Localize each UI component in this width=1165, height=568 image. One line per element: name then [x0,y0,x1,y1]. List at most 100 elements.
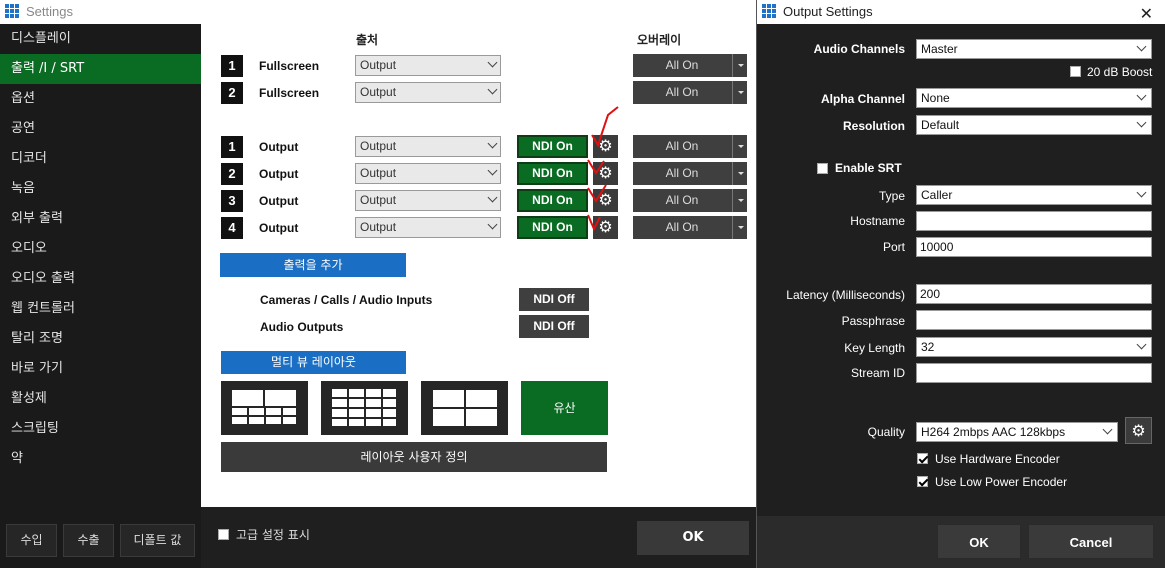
enable-srt-label: Enable SRT [835,161,902,175]
sidebar-item-options[interactable]: 옵션 [0,84,201,114]
output-source-select[interactable]: Output [355,163,501,184]
resolution-select[interactable]: Default [916,115,1152,135]
legacy-layout-button[interactable]: 유산 [521,381,608,435]
select-value: None [921,91,950,105]
output-source-select[interactable]: Output [355,136,501,157]
dropdown-arrow-icon[interactable] [732,54,747,77]
ndi-inputs-toggle-button[interactable]: NDI Off [519,288,589,311]
select-value: Output [360,58,397,72]
sidebar-item-audio-output[interactable]: 오디오 출력 [0,264,201,294]
add-output-button[interactable]: 출력을 추가 [220,253,406,277]
default-button[interactable]: 디폴트 값 [120,524,195,557]
sidebar-item-recording[interactable]: 녹음 [0,174,201,204]
overlay-value: All On [665,85,699,99]
output-overlay-select[interactable]: All On [633,216,747,239]
output-settings-title: Output Settings [783,4,873,19]
passphrase-input[interactable] [916,310,1152,330]
dropdown-arrow-icon[interactable] [732,216,747,239]
advanced-settings-checkbox[interactable] [218,529,229,540]
chevron-down-icon [1136,41,1147,52]
dropdown-arrow-icon[interactable] [732,135,747,158]
output-source-select[interactable]: Output [355,217,501,238]
sidebar-item-external-output[interactable]: 외부 출력 [0,204,201,234]
select-value: H264 2mbps AAC 128kbps [921,425,1066,439]
passphrase-label: Passphrase [841,314,905,328]
close-icon[interactable]: ✕ [1140,4,1153,24]
key-length-select[interactable]: 32 [916,337,1152,357]
hostname-label: Hostname [850,214,905,228]
chevron-down-icon [487,192,498,203]
advanced-settings-label: 고급 설정 표시 [236,528,310,542]
layout-option-1[interactable] [221,381,308,435]
enable-srt-checkbox[interactable] [817,163,828,174]
dropdown-arrow-icon[interactable] [732,81,747,104]
latency-input[interactable]: 200 [916,284,1152,304]
chevron-down-icon [1136,187,1147,198]
dropdown-arrow-icon[interactable] [732,189,747,212]
type-select[interactable]: Caller [916,185,1152,205]
select-value: Output [360,166,397,180]
sidebar-item-decoder[interactable]: 디코더 [0,144,201,174]
sidebar-item-output-ndi-srt[interactable]: 출력 /I / SRT [0,54,201,84]
quality-select[interactable]: H264 2mbps AAC 128kbps [916,422,1118,442]
sidebar-item-display[interactable]: 디스플레이 [0,24,201,54]
ok-button[interactable]: OK [637,521,749,555]
layout-option-2[interactable] [321,381,408,435]
multiview-layout-button[interactable]: 멀티 뷰 레이아웃 [221,351,406,374]
layout-option-3[interactable] [421,381,508,435]
boost-checkbox[interactable] [1070,66,1081,77]
ok-button[interactable]: OK [937,524,1021,559]
dropdown-arrow-icon[interactable] [732,162,747,185]
output-label: Output [259,140,299,154]
port-input[interactable]: 10000 [916,237,1152,257]
red-checkmark-icon [587,214,601,232]
output-overlay-select[interactable]: All On [633,189,747,212]
sidebar-item-scripting[interactable]: 스크립팅 [0,414,201,444]
select-value: Output [360,139,397,153]
output-settings-titlebar: Output Settings ✕ [757,0,1165,24]
sidebar-item-about[interactable]: 약 [0,444,201,474]
ndi-audio-outputs-toggle-button[interactable]: NDI Off [519,315,589,338]
fullscreen-overlay-select[interactable]: All On [633,81,747,104]
fullscreen-number: 1 [221,55,243,77]
overlay-header: 오버레이 [637,33,682,47]
ndi-toggle-button[interactable]: NDI On [517,216,588,239]
output-overlay-select[interactable]: All On [633,162,747,185]
red-checkmark-icon [587,184,607,203]
hostname-input[interactable] [916,211,1152,231]
sidebar: 디스플레이 출력 /I / SRT 옵션 공연 디코더 녹음 외부 출력 오디오… [0,24,201,568]
sidebar-item-shortcuts[interactable]: 바로 가기 [0,354,201,384]
output-overlay-select[interactable]: All On [633,135,747,158]
fullscreen-source-select[interactable]: Output [355,55,501,76]
chevron-down-icon [487,138,498,149]
import-button[interactable]: 수입 [6,524,57,557]
ndi-toggle-button[interactable]: NDI On [517,135,588,158]
select-value: Output [360,85,397,99]
stream-id-input[interactable] [916,363,1152,383]
sidebar-item-web-controller[interactable]: 웹 컨트롤러 [0,294,201,324]
red-checkmark-icon [587,159,605,175]
sidebar-item-audio[interactable]: 오디오 [0,234,201,264]
fullscreen-source-select[interactable]: Output [355,82,501,103]
fullscreen-overlay-select[interactable]: All On [633,54,747,77]
customize-layout-button[interactable]: 레이아웃 사용자 정의 [221,442,607,472]
ndi-toggle-button[interactable]: NDI On [517,189,588,212]
low-power-encoder-checkbox[interactable] [917,476,928,487]
output-source-select[interactable]: Output [355,190,501,211]
latency-label: Latency (Milliseconds) [786,288,905,302]
sidebar-item-tally-lights[interactable]: 탈리 조명 [0,324,201,354]
cancel-button[interactable]: Cancel [1028,524,1154,559]
app-grid-icon [5,4,21,20]
overlay-value: All On [665,58,699,72]
audio-channels-select[interactable]: Master [916,39,1152,59]
port-label: Port [882,240,905,254]
quality-gear-icon[interactable]: ⚙ [1125,417,1152,444]
sidebar-item-activators[interactable]: 활성제 [0,384,201,414]
ndi-toggle-button[interactable]: NDI On [517,162,588,185]
hardware-encoder-label: Use Hardware Encoder [935,452,1060,466]
alpha-channel-select[interactable]: None [916,88,1152,108]
hardware-encoder-checkbox[interactable] [917,453,928,464]
output-number: 3 [221,190,243,212]
sidebar-item-performance[interactable]: 공연 [0,114,201,144]
export-button[interactable]: 수출 [63,524,114,557]
